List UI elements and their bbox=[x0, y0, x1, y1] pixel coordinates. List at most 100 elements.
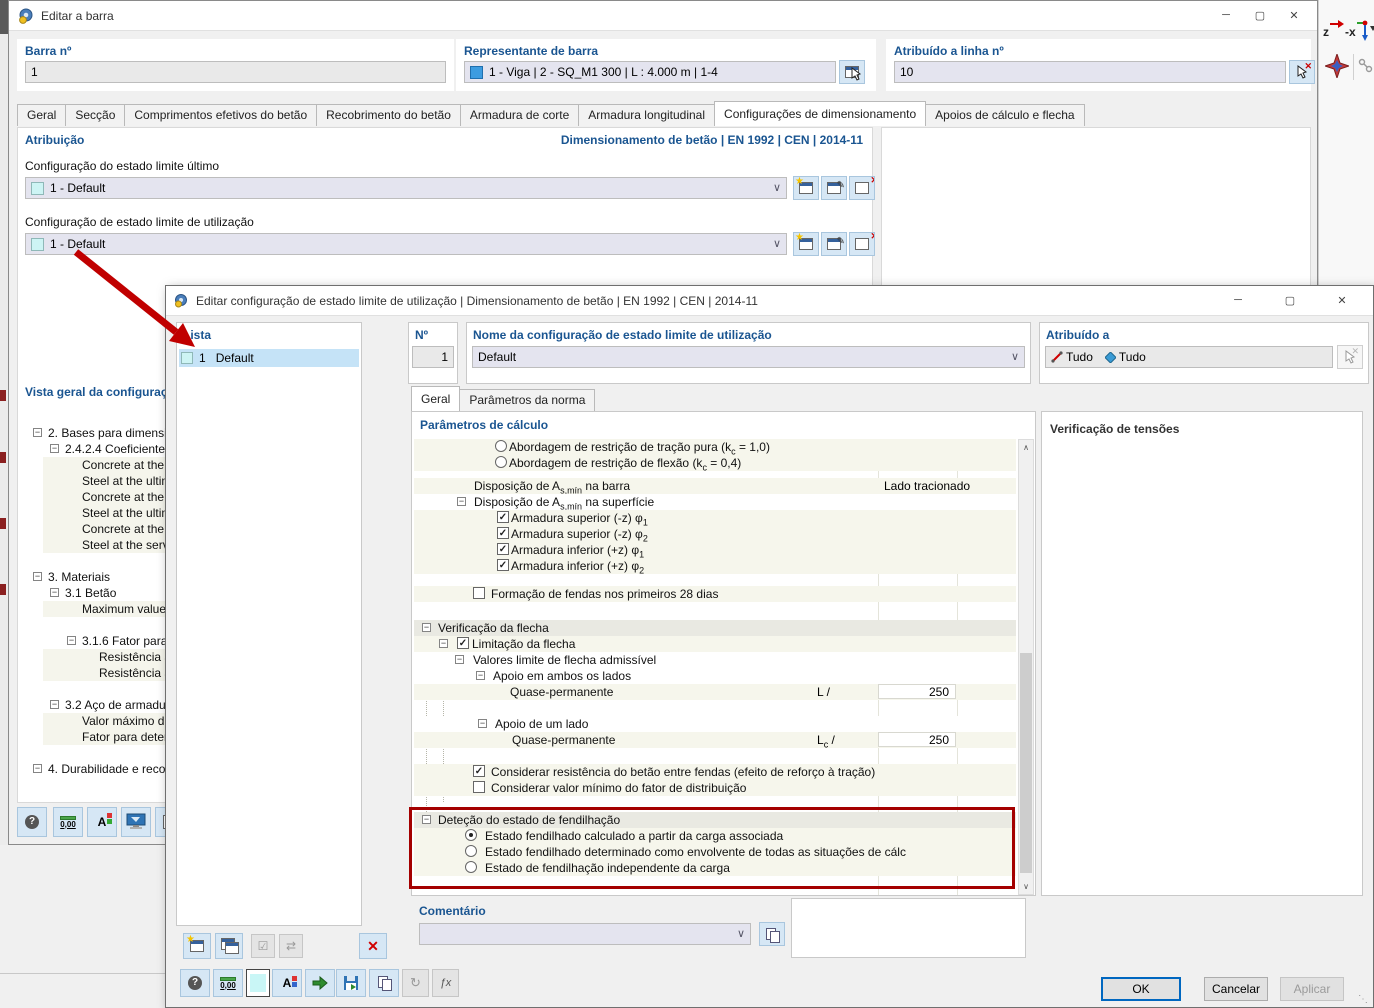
tree-expander-icon[interactable]: − bbox=[33, 764, 42, 773]
coordinate-system-icon[interactable] bbox=[1325, 54, 1349, 78]
value-cell[interactable]: 250 bbox=[878, 732, 956, 747]
checkbox[interactable]: ✓ bbox=[457, 637, 469, 649]
invert-selection-button[interactable]: ⇄ bbox=[279, 934, 303, 958]
help-icon: ? bbox=[25, 815, 39, 829]
display-settings-button[interactable]: A bbox=[272, 969, 302, 997]
radio-button[interactable] bbox=[495, 456, 507, 468]
axis-orientation-icons[interactable]: z -x bbox=[1321, 16, 1374, 42]
edit-config-button[interactable]: ✎ bbox=[821, 176, 847, 200]
import-icon bbox=[312, 976, 328, 990]
help-button[interactable]: ? bbox=[17, 807, 47, 837]
checkbox[interactable] bbox=[473, 587, 485, 599]
import-config-button[interactable] bbox=[305, 969, 335, 997]
pick-line-button[interactable]: ✕ bbox=[1289, 60, 1315, 84]
tab-comprimentos-efetivos-do-bet-o[interactable]: Comprimentos efetivos do betão bbox=[124, 104, 318, 126]
uls-config-select[interactable]: 1 - Default ∨ bbox=[25, 177, 787, 199]
copy-settings-button[interactable] bbox=[369, 969, 399, 997]
params-scrollbar[interactable]: ∧ ∨ bbox=[1018, 439, 1034, 895]
scroll-down-icon[interactable]: ∨ bbox=[1019, 879, 1033, 894]
tab-recobrimento-do-bet-o[interactable]: Recobrimento do betão bbox=[316, 104, 461, 126]
edit-config-button[interactable]: ✎ bbox=[821, 232, 847, 256]
tab-geral[interactable]: Geral bbox=[17, 104, 67, 126]
checkbox[interactable]: ✓ bbox=[497, 559, 509, 571]
snap-icon[interactable] bbox=[1358, 58, 1374, 74]
close-button[interactable]: ✕ bbox=[1277, 3, 1311, 27]
tree-expander-icon[interactable]: − bbox=[422, 815, 431, 824]
divider bbox=[0, 973, 165, 974]
remove-config-button[interactable]: ✕ bbox=[849, 176, 875, 200]
apply-button[interactable]: Aplicar bbox=[1280, 977, 1344, 1001]
remove-config-button[interactable]: ✕ bbox=[849, 232, 875, 256]
tree-expander-icon[interactable]: − bbox=[67, 636, 76, 645]
display-on-screen-button[interactable] bbox=[121, 807, 151, 837]
tree-expander-icon[interactable]: − bbox=[457, 497, 466, 506]
tree-expander-icon[interactable]: − bbox=[476, 671, 485, 680]
tree-expander-icon[interactable]: − bbox=[50, 700, 59, 709]
radio-button[interactable] bbox=[465, 861, 477, 873]
select-all-button[interactable]: ☑ bbox=[251, 934, 275, 958]
linha-input[interactable]: 10 bbox=[894, 61, 1286, 83]
tree-expander-icon[interactable]: − bbox=[439, 639, 448, 648]
tree-expander-icon[interactable]: − bbox=[50, 588, 59, 597]
radio-button[interactable] bbox=[465, 845, 477, 857]
delete-entry-button[interactable]: ✕ bbox=[359, 933, 387, 959]
tab-configura-es-de-dimensionamento[interactable]: Configurações de dimensionamento bbox=[714, 101, 927, 126]
formula-button[interactable]: ƒx bbox=[432, 969, 459, 997]
checkbox[interactable] bbox=[473, 781, 485, 793]
save-config-button[interactable] bbox=[336, 969, 366, 997]
nome-select[interactable]: Default ∨ bbox=[472, 346, 1025, 368]
resize-grip[interactable]: ⋱ bbox=[1358, 994, 1369, 1005]
tab-par-metros-da-norma[interactable]: Parâmetros da norma bbox=[459, 389, 596, 411]
sls-config-select[interactable]: 1 - Default ∨ bbox=[25, 233, 787, 255]
parent-titlebar[interactable]: Editar a barra bbox=[9, 1, 1317, 31]
display-settings-button[interactable]: A bbox=[87, 807, 117, 837]
ok-button[interactable]: OK bbox=[1101, 977, 1181, 1001]
checkbox[interactable]: ✓ bbox=[497, 511, 509, 523]
new-entry-button[interactable]: ★ bbox=[183, 933, 211, 959]
color-swatch-button[interactable] bbox=[246, 969, 270, 997]
minimize-button[interactable]: ─ bbox=[1209, 3, 1243, 27]
checkbox[interactable]: ✓ bbox=[473, 765, 485, 777]
radio-button[interactable] bbox=[465, 829, 477, 841]
tab-sec-o[interactable]: Secção bbox=[65, 104, 126, 126]
minimize-button[interactable]: ─ bbox=[1221, 288, 1255, 312]
comment-select[interactable]: ∨ bbox=[419, 923, 751, 945]
cancel-button[interactable]: Cancelar bbox=[1204, 977, 1268, 1001]
tab-armadura-de-corte[interactable]: Armadura de corte bbox=[459, 104, 580, 126]
tree-expander-icon[interactable]: − bbox=[455, 655, 464, 664]
tab-armadura-longitudinal[interactable]: Armadura longitudinal bbox=[578, 104, 716, 126]
tree-expander-icon[interactable]: − bbox=[50, 444, 59, 453]
maximize-button[interactable]: ▢ bbox=[1243, 3, 1277, 27]
barra-input[interactable]: 1 bbox=[25, 61, 446, 83]
comment-templates-button[interactable] bbox=[759, 922, 785, 946]
list-item-selected[interactable]: 1 Default bbox=[179, 349, 359, 367]
tree-expander-icon[interactable]: − bbox=[422, 623, 431, 632]
close-button[interactable]: ✕ bbox=[1325, 288, 1359, 312]
help-button[interactable]: ? bbox=[180, 969, 210, 997]
tree-expander-icon[interactable]: − bbox=[33, 428, 42, 437]
checkbox[interactable]: ✓ bbox=[497, 543, 509, 555]
reset-button[interactable]: ↻ bbox=[402, 969, 429, 997]
scroll-up-icon[interactable]: ∧ bbox=[1019, 440, 1033, 455]
norm-label: Dimensionamento de betão | EN 1992 | CEN… bbox=[560, 133, 863, 147]
new-config-button[interactable]: ★ bbox=[793, 232, 819, 256]
value-cell[interactable]: 250 bbox=[878, 684, 956, 699]
radio-button[interactable] bbox=[495, 440, 507, 452]
copy-entry-button[interactable] bbox=[215, 933, 243, 959]
representante-select[interactable]: 1 - Viga | 2 - SQ_M1 300 | L : 4.000 m |… bbox=[464, 61, 836, 83]
pick-representante-button[interactable] bbox=[839, 60, 865, 84]
tab-geral[interactable]: Geral bbox=[411, 386, 461, 411]
units-button[interactable]: 0,00 bbox=[53, 807, 83, 837]
units-button[interactable]: 0,00 bbox=[213, 969, 243, 997]
scrollbar-thumb[interactable] bbox=[1020, 653, 1032, 873]
tab-apoios-de-c-lculo-e-flecha[interactable]: Apoios de cálculo e flecha bbox=[925, 104, 1085, 126]
new-config-button[interactable]: ★ bbox=[793, 176, 819, 200]
tree-expander-icon[interactable]: − bbox=[478, 719, 487, 728]
params-row: Abordagem de restrição de flexão (kc = 0… bbox=[414, 455, 1016, 472]
checkbox[interactable]: ✓ bbox=[497, 527, 509, 539]
pick-objects-button[interactable]: ✕ bbox=[1337, 345, 1363, 369]
maximize-button[interactable]: ▢ bbox=[1273, 288, 1307, 312]
atribuido-field[interactable]: Tudo Tudo bbox=[1045, 346, 1333, 368]
tree-expander-icon[interactable]: − bbox=[33, 572, 42, 581]
child-titlebar[interactable]: Editar configuração de estado limite de … bbox=[166, 286, 1373, 316]
